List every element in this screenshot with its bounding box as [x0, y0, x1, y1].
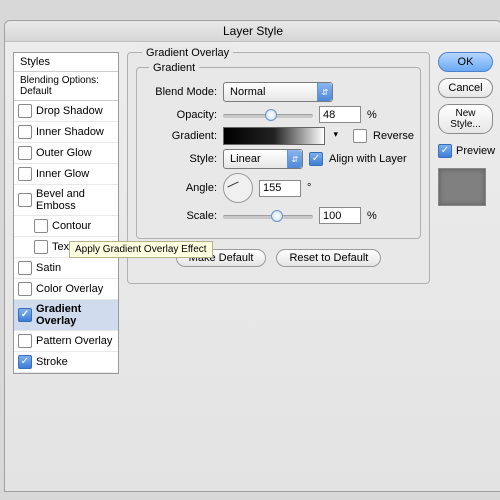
blend-mode-label: Blend Mode: [143, 86, 217, 98]
gradient-picker[interactable] [223, 127, 325, 145]
percent-label: % [367, 210, 377, 222]
style-item-contour[interactable]: Contour [14, 216, 118, 237]
inner-group-title: Gradient [149, 62, 199, 74]
window-title: Layer Style [223, 24, 283, 38]
opacity-input[interactable] [319, 106, 361, 123]
right-buttons: OK Cancel New Style... Preview [438, 52, 493, 374]
scale-input[interactable] [319, 207, 361, 224]
align-checkbox[interactable] [309, 152, 323, 166]
style-checkbox[interactable] [18, 282, 32, 296]
style-label: Color Overlay [36, 283, 103, 295]
style-checkbox[interactable] [18, 125, 32, 139]
chevron-updown-icon: ⇵ [317, 83, 332, 101]
style-item-stroke[interactable]: Stroke [14, 352, 118, 373]
style-item-gradient-overlay[interactable]: Gradient Overlay [14, 300, 118, 331]
new-style-button[interactable]: New Style... [438, 104, 493, 134]
style-item-pattern-overlay[interactable]: Pattern Overlay [14, 331, 118, 352]
tooltip: Apply Gradient Overlay Effect [69, 241, 213, 258]
chevron-updown-icon: ⇵ [287, 150, 302, 168]
styles-header[interactable]: Styles [14, 53, 118, 72]
style-checkbox[interactable] [34, 240, 48, 254]
angle-dial[interactable] [223, 173, 253, 203]
style-checkbox[interactable] [18, 104, 32, 118]
gradient-label: Gradient: [143, 130, 217, 142]
style-label: Satin [36, 262, 61, 274]
reverse-label: Reverse [373, 130, 414, 142]
style-label: Style: [143, 153, 217, 165]
degree-label: ° [307, 182, 311, 194]
blending-options-row[interactable]: Blending Options: Default [14, 72, 118, 101]
scale-slider[interactable] [223, 209, 313, 223]
style-checkbox[interactable] [18, 193, 32, 207]
align-label: Align with Layer [329, 153, 407, 165]
style-checkbox[interactable] [18, 167, 32, 181]
preview-swatch [438, 168, 486, 206]
group-title: Gradient Overlay [142, 47, 233, 59]
style-checkbox[interactable] [18, 334, 32, 348]
angle-input[interactable] [259, 180, 301, 197]
opacity-label: Opacity: [143, 109, 217, 121]
style-checkbox[interactable] [18, 146, 32, 160]
preview-checkbox[interactable] [438, 144, 452, 158]
style-item-color-overlay[interactable]: Color Overlay [14, 279, 118, 300]
style-label: Outer Glow [36, 147, 92, 159]
style-select[interactable]: Linear ⇵ [223, 149, 303, 169]
ok-button[interactable]: OK [438, 52, 493, 72]
settings-panel: Gradient Overlay Gradient Blend Mode: No… [127, 52, 430, 374]
style-label: Stroke [36, 356, 68, 368]
angle-label: Angle: [143, 182, 217, 194]
style-checkbox[interactable] [18, 261, 32, 275]
title-bar: Layer Style [5, 21, 500, 42]
style-item-bevel-and-emboss[interactable]: Bevel and Emboss [14, 185, 118, 216]
reverse-checkbox[interactable] [353, 129, 367, 143]
reset-default-button[interactable]: Reset to Default [276, 249, 381, 267]
style-item-drop-shadow[interactable]: Drop Shadow [14, 101, 118, 122]
style-label: Gradient Overlay [36, 303, 114, 327]
style-item-outer-glow[interactable]: Outer Glow [14, 143, 118, 164]
preview-label: Preview [456, 145, 495, 157]
layer-style-dialog: Layer Style Styles Blending Options: Def… [4, 20, 500, 492]
style-item-satin[interactable]: Satin [14, 258, 118, 279]
style-item-inner-glow[interactable]: Inner Glow [14, 164, 118, 185]
opacity-slider[interactable] [223, 108, 313, 122]
style-checkbox[interactable] [18, 308, 32, 322]
cancel-button[interactable]: Cancel [438, 78, 493, 98]
styles-panel: Styles Blending Options: Default Drop Sh… [13, 52, 119, 374]
style-item-inner-shadow[interactable]: Inner Shadow [14, 122, 118, 143]
scale-label: Scale: [143, 210, 217, 222]
blend-mode-select[interactable]: Normal ⇵ [223, 82, 333, 102]
style-checkbox[interactable] [34, 219, 48, 233]
style-checkbox[interactable] [18, 355, 32, 369]
style-label: Inner Shadow [36, 126, 104, 138]
style-label: Pattern Overlay [36, 335, 112, 347]
style-label: Inner Glow [36, 168, 89, 180]
percent-label: % [367, 109, 377, 121]
style-label: Drop Shadow [36, 105, 103, 117]
style-label: Bevel and Emboss [36, 188, 114, 212]
style-label: Contour [52, 220, 91, 232]
